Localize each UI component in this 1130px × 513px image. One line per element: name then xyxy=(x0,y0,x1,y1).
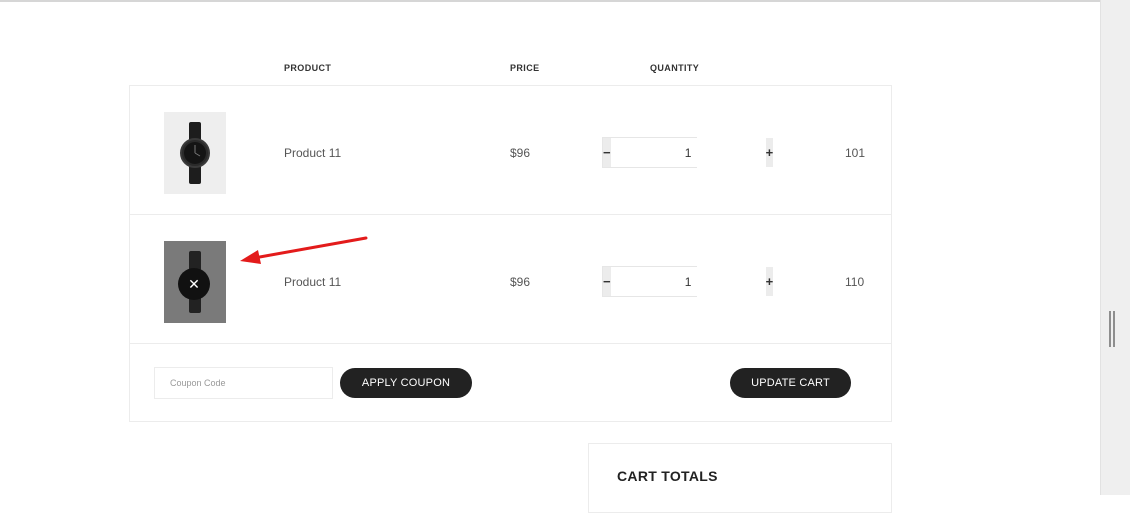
scrollbar-grip[interactable] xyxy=(1109,311,1115,347)
product-price: $96 xyxy=(510,275,531,289)
close-icon: ✕ xyxy=(188,276,200,292)
page-scrollbar[interactable] xyxy=(1100,0,1130,495)
header-price: PRICE xyxy=(510,63,540,73)
remove-item-button[interactable]: ✕ xyxy=(178,268,210,300)
watch-icon xyxy=(180,122,210,184)
top-border xyxy=(0,0,1100,2)
product-name[interactable]: Product 11 xyxy=(284,275,341,289)
quantity-decrease-button[interactable]: − xyxy=(603,138,611,167)
product-subtotal: 110 xyxy=(845,275,865,289)
row-divider xyxy=(130,214,891,215)
quantity-increase-button[interactable]: + xyxy=(765,267,774,296)
quantity-stepper: − + xyxy=(602,266,774,297)
header-quantity: QUANTITY xyxy=(650,63,700,73)
quantity-increase-button[interactable]: + xyxy=(765,138,774,167)
quantity-input[interactable] xyxy=(610,267,766,296)
quantity-decrease-button[interactable]: − xyxy=(603,267,611,296)
header-product: PRODUCT xyxy=(284,63,332,73)
coupon-input[interactable] xyxy=(154,367,333,399)
cart-table: Product 11 $96 − + 101 ✕ Product 11 $96 … xyxy=(129,85,892,422)
update-cart-button[interactable]: UPDATE CART xyxy=(730,368,851,398)
quantity-stepper: − + xyxy=(602,137,774,168)
row-divider xyxy=(130,343,891,344)
quantity-input[interactable] xyxy=(610,138,766,167)
product-subtotal: 101 xyxy=(845,146,866,160)
cart-totals-panel: CART TOTALS xyxy=(588,443,892,513)
product-name[interactable]: Product 11 xyxy=(284,146,341,160)
product-image[interactable]: ✕ xyxy=(164,241,226,323)
apply-coupon-button[interactable]: APPLY COUPON xyxy=(340,368,472,398)
product-price: $96 xyxy=(510,146,531,160)
product-image[interactable] xyxy=(164,112,226,194)
cart-totals-title: CART TOTALS xyxy=(617,468,718,484)
